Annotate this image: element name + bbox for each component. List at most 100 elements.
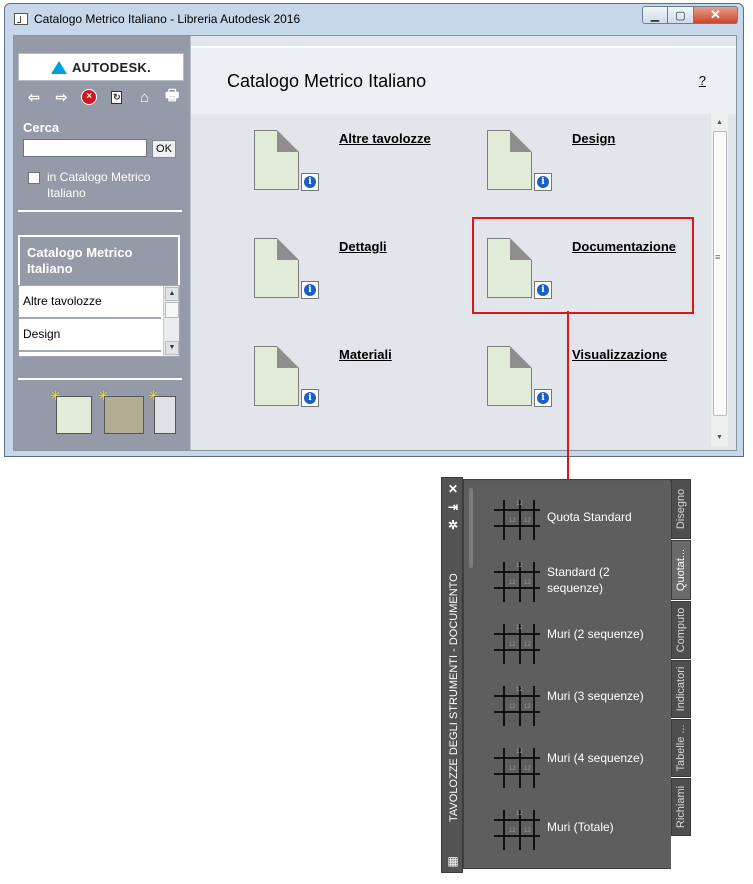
close-button[interactable]: ✕ xyxy=(694,6,738,24)
tab-tabelle[interactable]: Tabelle ... xyxy=(671,719,691,777)
tool-icon-text: 12 xyxy=(524,642,531,648)
forward-button[interactable]: ⇨ xyxy=(48,87,76,107)
tab-computo[interactable]: Computo xyxy=(671,601,691,659)
catalog-item-visualizzazione[interactable]: i Visualizzazione xyxy=(487,346,707,426)
catalog-item-dettagli[interactable]: i Dettagli xyxy=(254,238,474,318)
dimension-tool-icon: 12 12 12 xyxy=(494,686,540,726)
tool-icon-text: 12 xyxy=(516,501,523,507)
tool-icon-text: 12 xyxy=(516,811,523,817)
info-button[interactable]: i xyxy=(534,389,552,407)
palette-menu-icon[interactable]: ▦ xyxy=(442,854,464,868)
palette-tool-item[interactable]: 12 12 12 Standard (2 sequenze) xyxy=(492,558,672,614)
palette-tool-item[interactable]: 12 12 12 Muri (2 sequenze) xyxy=(492,620,672,676)
tool-icon-text: 12 xyxy=(516,625,523,631)
palette-tool-item[interactable]: 12 12 12 Muri (4 sequenze) xyxy=(492,744,672,800)
list-scroll-thumb[interactable] xyxy=(165,302,179,318)
maximize-icon: ▢ xyxy=(675,9,686,22)
list-scrollbar[interactable]: ▲ ▼ xyxy=(163,286,179,356)
search-scope-checkbox[interactable] xyxy=(28,172,40,184)
refresh-icon: ↻ xyxy=(111,90,123,104)
dimension-tool-icon: 12 12 12 xyxy=(494,810,540,850)
catalog-item-link[interactable]: Dettagli xyxy=(339,239,387,254)
catalog-item-link[interactable]: Altre tavolozze xyxy=(339,131,431,146)
tab-label: Computo xyxy=(675,607,687,653)
material-thumbnail[interactable] xyxy=(104,396,144,434)
window-title: Catalogo Metrico Italiano - Libreria Aut… xyxy=(34,12,301,26)
palette-tool-item[interactable]: 12 12 12 Quota Standard xyxy=(492,496,672,552)
folder-document-icon[interactable] xyxy=(487,346,532,406)
folder-document-icon[interactable] xyxy=(254,346,299,406)
sidebar-item-design[interactable]: Design xyxy=(19,319,161,352)
tab-indicatori[interactable]: Indicatori xyxy=(671,660,691,718)
content-scrollbar[interactable]: ▲ ≡ ▼ xyxy=(711,114,728,446)
palette-tool-label: Muri (2 sequenze) xyxy=(547,627,644,641)
home-button[interactable]: ⌂ xyxy=(131,87,159,107)
scroll-down-icon[interactable]: ▼ xyxy=(165,341,179,355)
palette-tool-item[interactable]: 12 12 12 Muri (3 sequenze) xyxy=(492,682,672,738)
scroll-up-icon[interactable]: ▲ xyxy=(165,287,179,301)
minimize-button[interactable]: ▁ xyxy=(642,6,668,24)
info-button[interactable]: i xyxy=(301,281,319,299)
print-button[interactable]: 🖶 xyxy=(158,87,186,107)
app-icon[interactable] xyxy=(14,13,28,25)
tab-quotatura[interactable]: Quotat... xyxy=(671,540,691,600)
info-button[interactable]: i xyxy=(301,389,319,407)
callout-line xyxy=(567,311,569,479)
tool-icon-text: 12 xyxy=(516,687,523,693)
tool-icon-text: 12 xyxy=(524,766,531,772)
info-button[interactable]: i xyxy=(301,173,319,191)
tool-icon-text: 12 xyxy=(509,828,516,834)
catalog-item-materiali[interactable]: i Materiali xyxy=(254,346,474,426)
logo-text: AUTODESK. xyxy=(71,59,152,75)
content-scroll-thumb[interactable] xyxy=(713,131,727,416)
catalog-item-link[interactable]: Materiali xyxy=(339,347,392,362)
tab-disegno[interactable]: Disegno xyxy=(671,479,691,539)
tool-icon-text: 12 xyxy=(524,518,531,524)
folder-document-icon[interactable] xyxy=(254,130,299,190)
folder-document-icon[interactable] xyxy=(254,238,299,298)
search-ok-button[interactable]: OK xyxy=(152,140,176,158)
dimension-tool-icon: 12 12 12 xyxy=(494,748,540,788)
maximize-button[interactable]: ▢ xyxy=(668,6,694,24)
tool-palette: ✕ ⇥ ✲ TAVOLOZZE DEGLI STRUMENTI - DOCUME… xyxy=(441,477,692,873)
catalog-window: Catalogo Metrico Italiano - Libreria Aut… xyxy=(4,3,744,457)
sidebar-item-altre-tavolozze[interactable]: Altre tavolozze xyxy=(19,286,161,319)
palette-scrollbar[interactable] xyxy=(469,488,473,568)
catalog-item-link[interactable]: Design xyxy=(572,131,615,146)
tool-thumbnail[interactable] xyxy=(154,396,176,434)
back-button[interactable]: ⇦ xyxy=(20,87,48,107)
tool-icon-text: 12 xyxy=(516,749,523,755)
tab-richiami[interactable]: Richiami xyxy=(671,778,691,836)
palette-tool-item[interactable]: 12 12 12 Muri (Totale) xyxy=(492,806,672,862)
print-icon: 🖶 xyxy=(165,86,180,104)
stop-button[interactable]: × xyxy=(75,87,103,107)
catalog-item-design[interactable]: i Design xyxy=(487,130,707,210)
tab-label: Quotat... xyxy=(675,548,687,592)
palette-tool-label: Quota Standard xyxy=(547,510,632,524)
info-icon: i xyxy=(304,284,316,296)
catalog-content: Catalogo Metrico Italiano ? i Altre tavo… xyxy=(191,36,736,450)
title-bar[interactable]: Catalogo Metrico Italiano - Libreria Aut… xyxy=(5,4,743,34)
palette-close-icon[interactable]: ✕ xyxy=(442,482,464,496)
close-icon: ✕ xyxy=(710,7,721,22)
palette-thumbnail[interactable] xyxy=(56,396,92,434)
info-button[interactable]: i xyxy=(534,173,552,191)
help-link[interactable]: ? xyxy=(699,73,706,88)
sidebar-divider xyxy=(18,378,182,380)
autodesk-logo[interactable]: AUTODESK. xyxy=(18,53,184,81)
refresh-button[interactable]: ↻ xyxy=(103,87,131,107)
folder-document-icon[interactable] xyxy=(487,130,532,190)
dimension-tool-icon: 12 12 12 xyxy=(494,562,540,602)
catalog-item-altre-tavolozze[interactable]: i Altre tavolozze xyxy=(254,130,474,210)
scroll-up-icon[interactable]: ▲ xyxy=(711,114,728,131)
palette-properties-icon[interactable]: ✲ xyxy=(442,518,464,532)
palette-title-strip[interactable]: ✕ ⇥ ✲ TAVOLOZZE DEGLI STRUMENTI - DOCUME… xyxy=(441,477,463,873)
sidebar: AUTODESK. ⇦ ⇨ × ↻ ⌂ 🖶 Cerca OK in Catalo… xyxy=(14,36,191,450)
scroll-grip-icon: ≡ xyxy=(715,252,721,262)
catalog-tree-title[interactable]: Catalogo Metrico Italiano xyxy=(18,235,180,285)
palette-autohide-icon[interactable]: ⇥ xyxy=(442,500,464,514)
scroll-down-icon[interactable]: ▼ xyxy=(711,429,728,446)
search-input[interactable] xyxy=(23,139,147,157)
catalog-item-link[interactable]: Visualizzazione xyxy=(572,347,667,362)
palette-tool-label: Muri (3 sequenze) xyxy=(547,689,644,703)
